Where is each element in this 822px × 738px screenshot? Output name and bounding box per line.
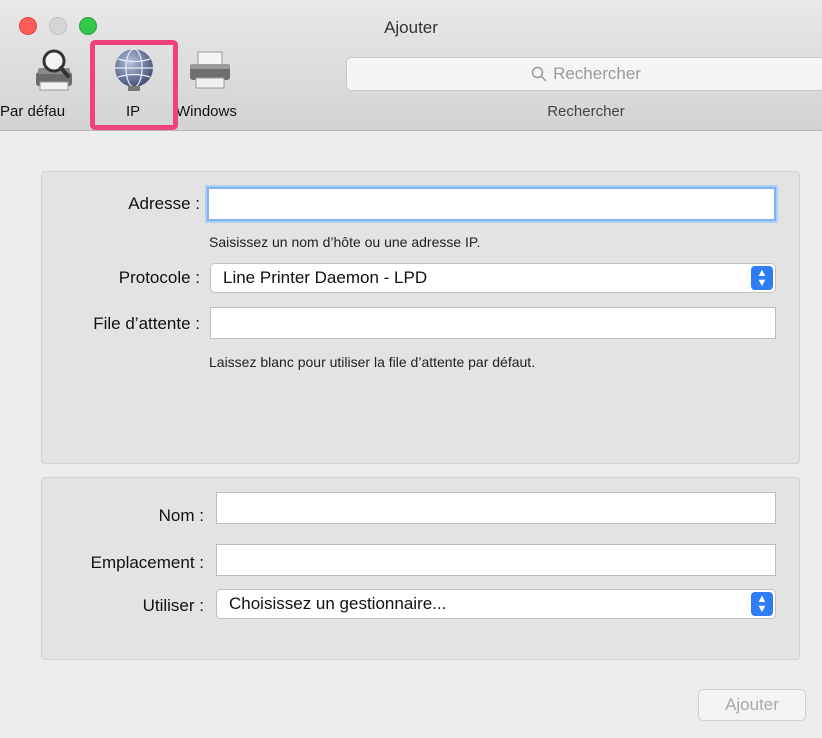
queue-input[interactable] (210, 307, 776, 339)
windows-tab-label: Windows (176, 103, 237, 120)
search-placeholder: Rechercher (553, 64, 641, 83)
name-label: Nom : (158, 506, 204, 525)
use-label: Utiliser : (142, 596, 204, 615)
location-input[interactable] (216, 544, 776, 576)
printer-icon (190, 51, 230, 89)
default-printers-tab[interactable]: Par défau (0, 46, 90, 124)
name-input[interactable] (216, 492, 776, 524)
search-icon (531, 66, 547, 82)
window-title: Ajouter (384, 18, 438, 37)
search-caption: Rechercher (547, 103, 625, 120)
windows-printers-tab[interactable]: Windows (176, 46, 252, 124)
driver-selected-value: Choisissez un gestionnaire... (229, 594, 447, 613)
address-input[interactable] (207, 187, 776, 221)
add-printer-window: Ajouter Par défau IP Windows Rechercher … (0, 0, 822, 738)
protocol-select[interactable]: Line Printer Daemon - LPD ▲ ▼ (210, 263, 776, 293)
protocol-label: Protocole : (118, 268, 200, 287)
add-button[interactable]: Ajouter (698, 689, 806, 721)
queue-hint: Laissez blanc pour utiliser la file d’at… (209, 354, 536, 370)
ip-tab-highlight (90, 40, 178, 130)
popup-arrows-icon: ▲ ▼ (751, 592, 773, 616)
address-hint: Saisissez un nom d’hôte ou une adresse I… (209, 234, 481, 250)
toolbar: Ajouter Par défau IP Windows Rechercher … (0, 0, 822, 131)
search-field[interactable]: Rechercher (346, 57, 822, 91)
protocol-selected-value: Line Printer Daemon - LPD (223, 268, 428, 287)
queue-label: File d’attente : (93, 314, 200, 333)
location-label: Emplacement : (90, 553, 204, 572)
driver-select[interactable]: Choisissez un gestionnaire... ▲ ▼ (216, 589, 776, 619)
address-label: Adresse : (128, 194, 200, 213)
default-tab-label: Par défau (0, 103, 66, 120)
popup-arrows-icon: ▲ ▼ (751, 266, 773, 290)
printer-search-icon (36, 49, 72, 91)
